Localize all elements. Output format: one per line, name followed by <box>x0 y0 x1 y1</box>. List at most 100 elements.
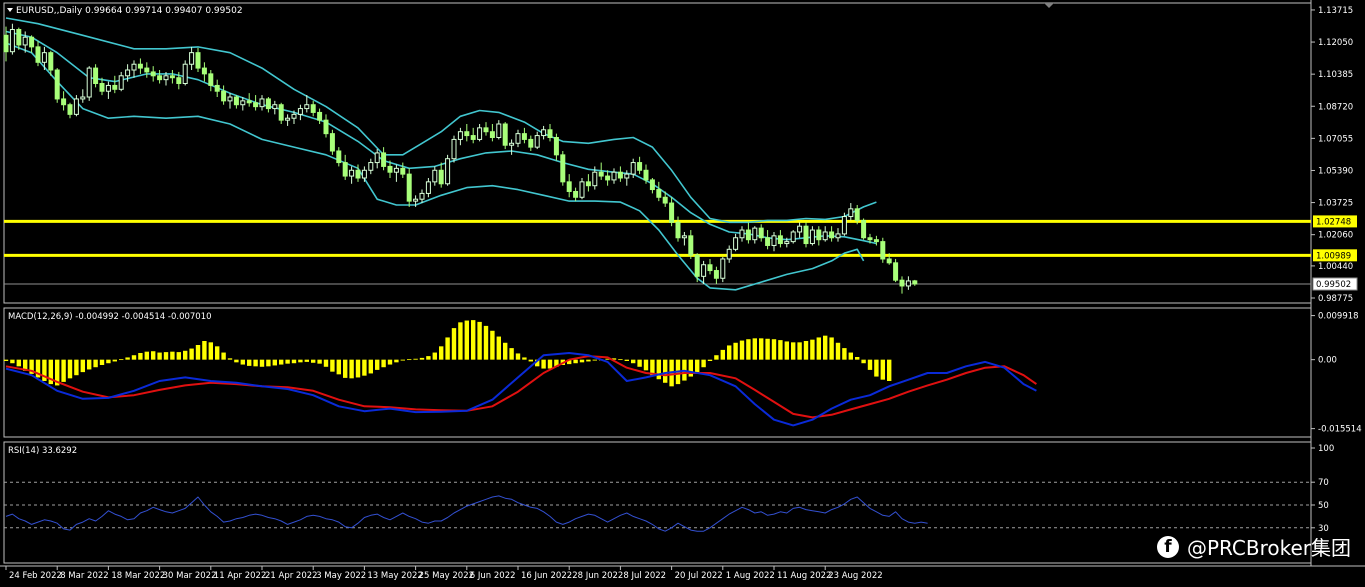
macd-histogram-bar <box>791 342 796 360</box>
macd-histogram-bar <box>797 342 802 360</box>
macd-histogram-bar <box>119 359 124 361</box>
candle-body <box>265 98 271 110</box>
watermark: f @PRCBroker集团 <box>1156 532 1351 561</box>
macd-histogram-bar <box>349 359 354 379</box>
macd-histogram-bar <box>432 352 437 360</box>
macd-histogram-bar <box>477 321 482 360</box>
macd-histogram-bar <box>720 349 725 360</box>
chart-canvas[interactable]: 1.13715 1.12050 1.10385 1.08720 1.07055 1.053… <box>0 0 1365 587</box>
candle-body <box>553 136 559 156</box>
macd-histogram-bar <box>778 340 783 360</box>
candle-body <box>816 229 822 241</box>
candle-body <box>720 258 726 279</box>
candle-body <box>605 175 611 181</box>
macd-histogram-bar <box>688 359 693 377</box>
macd-histogram-bar <box>202 341 207 360</box>
macd-histogram-bar <box>816 337 821 360</box>
macd-histogram-bar <box>234 359 239 363</box>
candle-body <box>29 36 35 48</box>
candle-body <box>784 241 790 245</box>
candle-body <box>797 225 803 233</box>
candle-body <box>573 190 579 198</box>
macd-histogram-bar <box>407 359 412 361</box>
candle-body <box>355 169 361 179</box>
candle-body <box>656 189 662 198</box>
candle-body <box>675 221 681 239</box>
candle-body <box>112 84 118 90</box>
macd-histogram-bar <box>496 336 501 360</box>
time-tick-label: 20 Jul 2022 <box>675 571 723 581</box>
candle-body <box>566 181 572 192</box>
macd-histogram-bar <box>285 359 290 364</box>
macd-histogram-bar <box>311 359 316 363</box>
macd-histogram-bar <box>464 320 469 360</box>
macd-histogram-bar <box>106 359 111 364</box>
macd-histogram-bar <box>637 359 642 367</box>
candle-body <box>93 67 99 85</box>
candle-body <box>733 237 739 250</box>
candle-body <box>432 169 438 183</box>
macd-histogram-bar <box>759 338 764 360</box>
macd-histogram-bar <box>10 359 15 364</box>
macd-histogram-bar <box>419 357 425 360</box>
time-tick-label: 1 Aug 2022 <box>726 571 775 581</box>
bollinger-middle-band <box>5 30 877 245</box>
macd-histogram-bar <box>823 335 828 360</box>
macd-histogram-bar <box>87 359 92 370</box>
macd-histogram-bar <box>298 359 303 363</box>
candle-body <box>624 173 630 179</box>
macd-histogram-bar <box>765 338 770 360</box>
macd-histogram-bar <box>471 320 476 360</box>
macd-histogram-bar <box>272 359 277 366</box>
macd-histogram-bar <box>515 353 521 360</box>
candle-body <box>157 75 163 81</box>
time-tick-label: 11 Apr 2022 <box>214 571 267 581</box>
time-tick-label: 18 Mar 2022 <box>111 571 165 581</box>
candle-body <box>841 216 847 235</box>
macd-tick-label: -0.015514 <box>1318 425 1362 435</box>
macd-histogram-bar <box>131 355 137 360</box>
macd-histogram-bar <box>61 359 66 382</box>
candle-body <box>905 280 911 287</box>
macd-histogram-bar <box>573 359 578 364</box>
candle-body <box>240 100 246 106</box>
macd-histogram-bar <box>394 359 399 363</box>
candle-body <box>393 167 399 173</box>
candle-body <box>790 231 796 243</box>
candle-body <box>496 123 502 138</box>
price-tick-label: 1.12050 <box>1318 38 1353 48</box>
candle-body <box>547 129 553 138</box>
macd-histogram-bar <box>221 352 226 360</box>
macd-histogram-bar <box>586 359 591 362</box>
candle-body <box>150 71 156 77</box>
candle-body <box>598 171 604 177</box>
macd-histogram-bar <box>413 358 418 360</box>
macd-histogram-bar <box>80 359 85 373</box>
macd-histogram-bar <box>784 341 789 360</box>
macd-histogram-bar <box>490 330 495 360</box>
candle-body <box>669 202 675 223</box>
macd-tick-label: 0.009918 <box>1318 312 1359 322</box>
candle-body <box>381 152 387 167</box>
macd-histogram-bar <box>125 357 130 360</box>
candle-body <box>803 225 809 245</box>
candle-body <box>304 104 310 110</box>
macd-histogram-bar <box>522 357 527 360</box>
candle-body <box>201 67 207 75</box>
macd-histogram-bar <box>304 359 309 362</box>
candle-body <box>342 162 348 177</box>
macd-histogram-bar <box>157 352 162 360</box>
candle-body <box>745 229 751 241</box>
candle-body <box>413 198 419 202</box>
macd-histogram-bar <box>368 359 373 374</box>
time-tick-label: 30 Mar 2022 <box>163 571 217 581</box>
candle-body <box>873 239 879 243</box>
macd-histogram-bar <box>227 358 233 360</box>
rsi-label: RSI(14) 33.6292 <box>8 446 77 456</box>
price-tick-label: 1.08720 <box>1318 102 1353 112</box>
chart-window: 1.13715 1.12050 1.10385 1.08720 1.07055 1.053… <box>0 0 1365 587</box>
symbol-header: EURUSD,,Daily 0.99664 0.99714 0.99407 0.… <box>16 6 243 16</box>
candle-body <box>739 229 745 239</box>
candle-body <box>329 133 335 152</box>
candle-body <box>611 171 617 181</box>
